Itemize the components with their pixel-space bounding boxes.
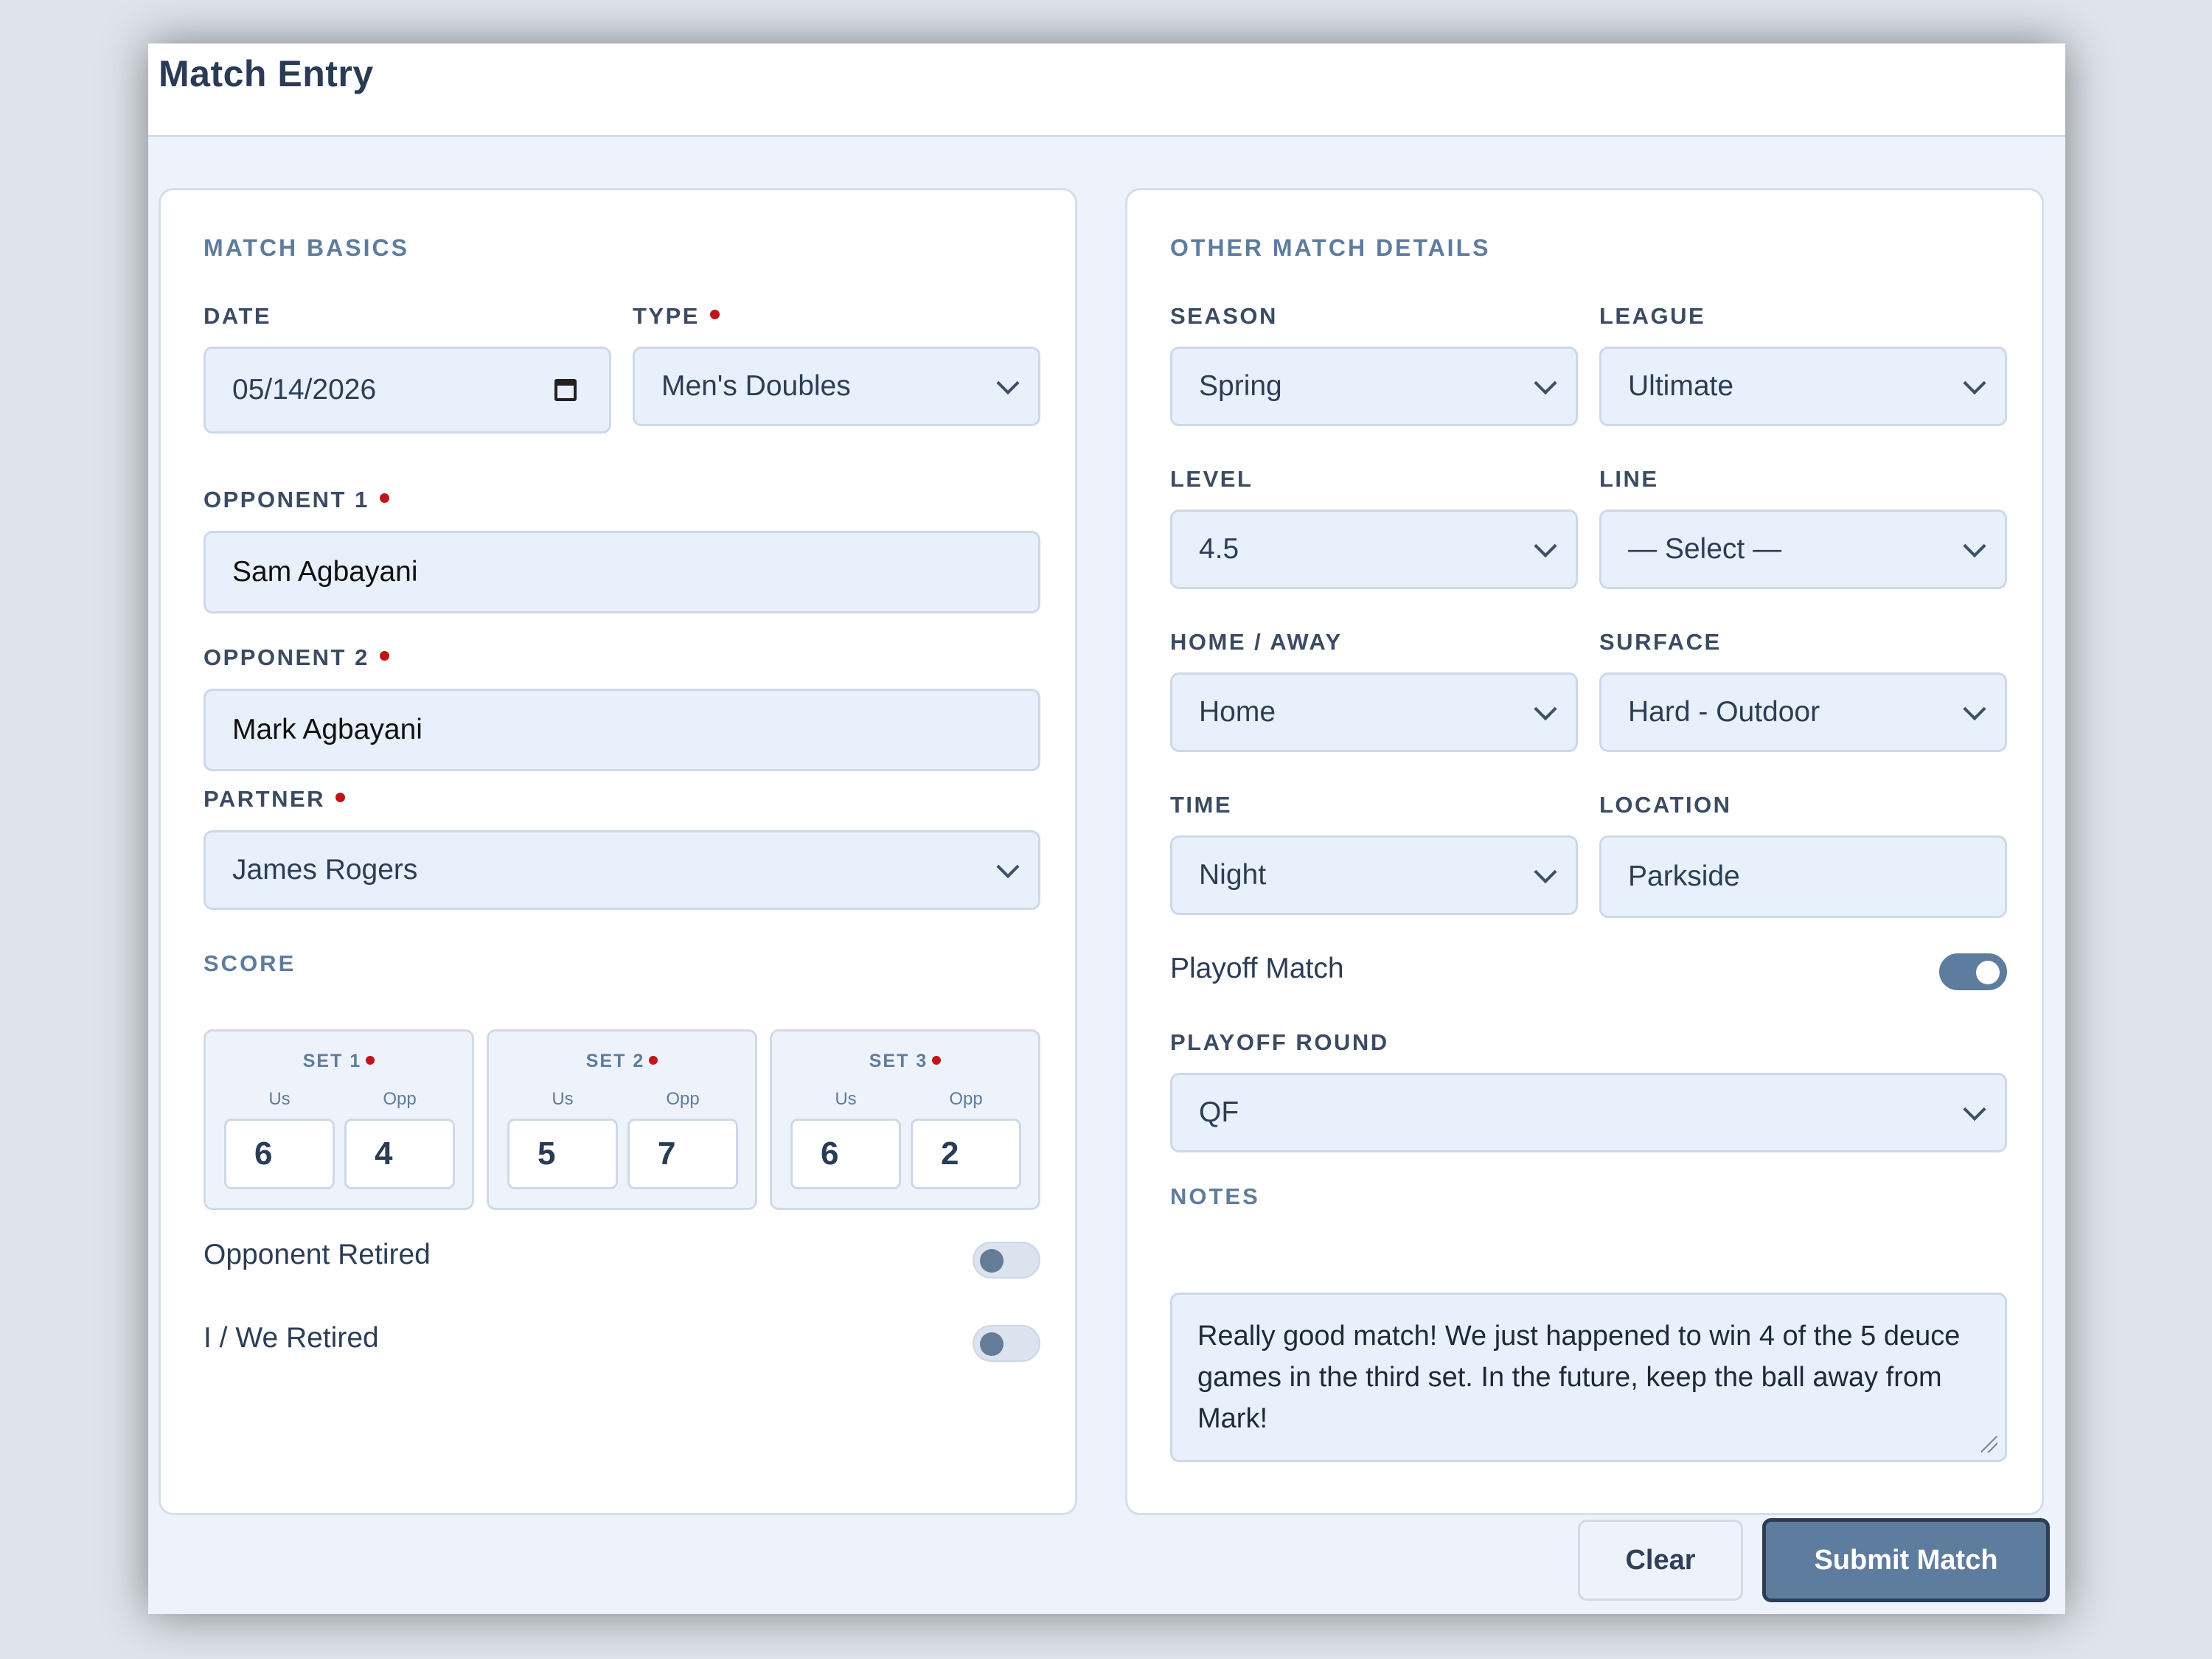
set-2-box: SET 2 Us Opp 5 7 xyxy=(487,1029,757,1210)
set-3-label: SET 3 xyxy=(772,1051,1038,1072)
chevron-down-icon xyxy=(1534,535,1557,558)
clear-button[interactable]: Clear xyxy=(1578,1520,1743,1601)
required-indicator xyxy=(379,651,389,661)
season-label: SEASON xyxy=(1170,303,1278,329)
playoff-round-label: PLAYOFF ROUND xyxy=(1170,1029,1389,1055)
chevron-down-icon xyxy=(1963,535,1986,558)
set-2-us-score[interactable]: 5 xyxy=(507,1119,618,1189)
us-label: Us xyxy=(835,1089,857,1109)
playoff-match-label: Playoff Match xyxy=(1170,953,1344,984)
opponent2-input[interactable]: Mark Agbayani xyxy=(204,689,1040,771)
opponent1-input[interactable]: Sam Agbayani xyxy=(204,531,1040,613)
league-label: LEAGUE xyxy=(1599,303,1706,329)
toggle-knob xyxy=(980,1332,1004,1356)
chevron-down-icon xyxy=(1534,698,1557,721)
type-select[interactable]: Men's Doubles xyxy=(633,347,1040,426)
submit-match-button[interactable]: Submit Match xyxy=(1762,1518,2050,1602)
section-title-match-basics: MATCH BASICS xyxy=(204,234,409,261)
set-3-opp-score[interactable]: 2 xyxy=(911,1119,1021,1189)
level-label: LEVEL xyxy=(1170,466,1253,492)
set-1-opp-score[interactable]: 4 xyxy=(344,1119,455,1189)
set-3-us-score[interactable]: 6 xyxy=(790,1119,901,1189)
match-basics-panel: MATCH BASICS DATE 05/14/2026 TYPE Men's … xyxy=(159,188,1077,1515)
chevron-down-icon xyxy=(1534,372,1557,395)
time-select[interactable]: Night xyxy=(1170,835,1578,915)
opp-label: Opp xyxy=(949,1089,983,1109)
resize-handle-icon[interactable] xyxy=(1981,1436,1997,1453)
set-3-box: SET 3 Us Opp 6 2 xyxy=(770,1029,1040,1210)
required-indicator xyxy=(335,793,346,803)
required-indicator xyxy=(379,493,389,504)
line-select[interactable]: — Select — xyxy=(1599,509,2007,589)
partner-select[interactable]: James Rogers xyxy=(204,830,1040,910)
type-label: TYPE xyxy=(633,303,720,330)
toggle-knob xyxy=(980,1249,1004,1273)
set-1-label: SET 1 xyxy=(206,1051,472,1072)
required-indicator xyxy=(709,310,720,320)
section-title-other-details: OTHER MATCH DETAILS xyxy=(1170,234,1491,261)
chevron-down-icon xyxy=(996,372,1020,395)
notes-textarea[interactable]: Really good match! We just happened to w… xyxy=(1170,1293,2007,1462)
set-1-box: SET 1 Us Opp 6 4 xyxy=(204,1029,474,1210)
location-label: LOCATION xyxy=(1599,792,1732,818)
opponent-retired-label: Opponent Retired xyxy=(204,1239,431,1270)
we-retired-toggle[interactable] xyxy=(973,1325,1040,1362)
opponent1-label: OPPONENT 1 xyxy=(204,487,389,513)
chevron-down-icon xyxy=(1963,1098,1986,1121)
set-2-label: SET 2 xyxy=(489,1051,755,1072)
opponent2-label: OPPONENT 2 xyxy=(204,644,389,671)
us-label: Us xyxy=(268,1089,291,1109)
date-input[interactable]: 05/14/2026 xyxy=(204,347,611,434)
league-select[interactable]: Ultimate xyxy=(1599,347,2007,426)
required-indicator xyxy=(649,1056,658,1065)
opp-label: Opp xyxy=(666,1089,700,1109)
surface-select[interactable]: Hard - Outdoor xyxy=(1599,672,2007,752)
surface-label: SURFACE xyxy=(1599,629,1722,655)
playoff-round-select[interactable]: QF xyxy=(1170,1073,2007,1152)
required-indicator xyxy=(932,1056,942,1065)
chevron-down-icon xyxy=(1963,698,1986,721)
home-away-label: HOME / AWAY xyxy=(1170,629,1343,655)
time-label: TIME xyxy=(1170,792,1233,818)
chevron-down-icon xyxy=(996,855,1020,879)
us-label: Us xyxy=(552,1089,574,1109)
title-bar: Match Entry xyxy=(148,44,2065,137)
chevron-down-icon xyxy=(1534,860,1557,884)
score-label: SCORE xyxy=(204,950,296,976)
playoff-match-toggle[interactable] xyxy=(1939,953,2007,990)
partner-label: PARTNER xyxy=(204,786,346,813)
season-select[interactable]: Spring xyxy=(1170,347,1578,426)
opponent-retired-toggle[interactable] xyxy=(973,1242,1040,1279)
line-label: LINE xyxy=(1599,466,1659,492)
chevron-down-icon xyxy=(1963,372,1986,395)
toggle-knob xyxy=(1976,961,2000,984)
home-away-select[interactable]: Home xyxy=(1170,672,1578,752)
location-input[interactable]: Parkside xyxy=(1599,835,2007,918)
set-1-us-score[interactable]: 6 xyxy=(224,1119,335,1189)
required-indicator xyxy=(366,1056,375,1065)
level-select[interactable]: 4.5 xyxy=(1170,509,1578,589)
calendar-icon[interactable] xyxy=(554,379,577,401)
notes-label: NOTES xyxy=(1170,1183,1260,1209)
we-retired-label: I / We Retired xyxy=(204,1322,379,1354)
set-2-opp-score[interactable]: 7 xyxy=(627,1119,738,1189)
other-match-details-panel: OTHER MATCH DETAILS SEASON Spring LEAGUE… xyxy=(1125,188,2044,1515)
match-entry-window: Match Entry MATCH BASICS DATE 05/14/2026… xyxy=(148,44,2065,1614)
page-title: Match Entry xyxy=(159,53,374,94)
date-label: DATE xyxy=(204,303,272,329)
opp-label: Opp xyxy=(383,1089,417,1109)
